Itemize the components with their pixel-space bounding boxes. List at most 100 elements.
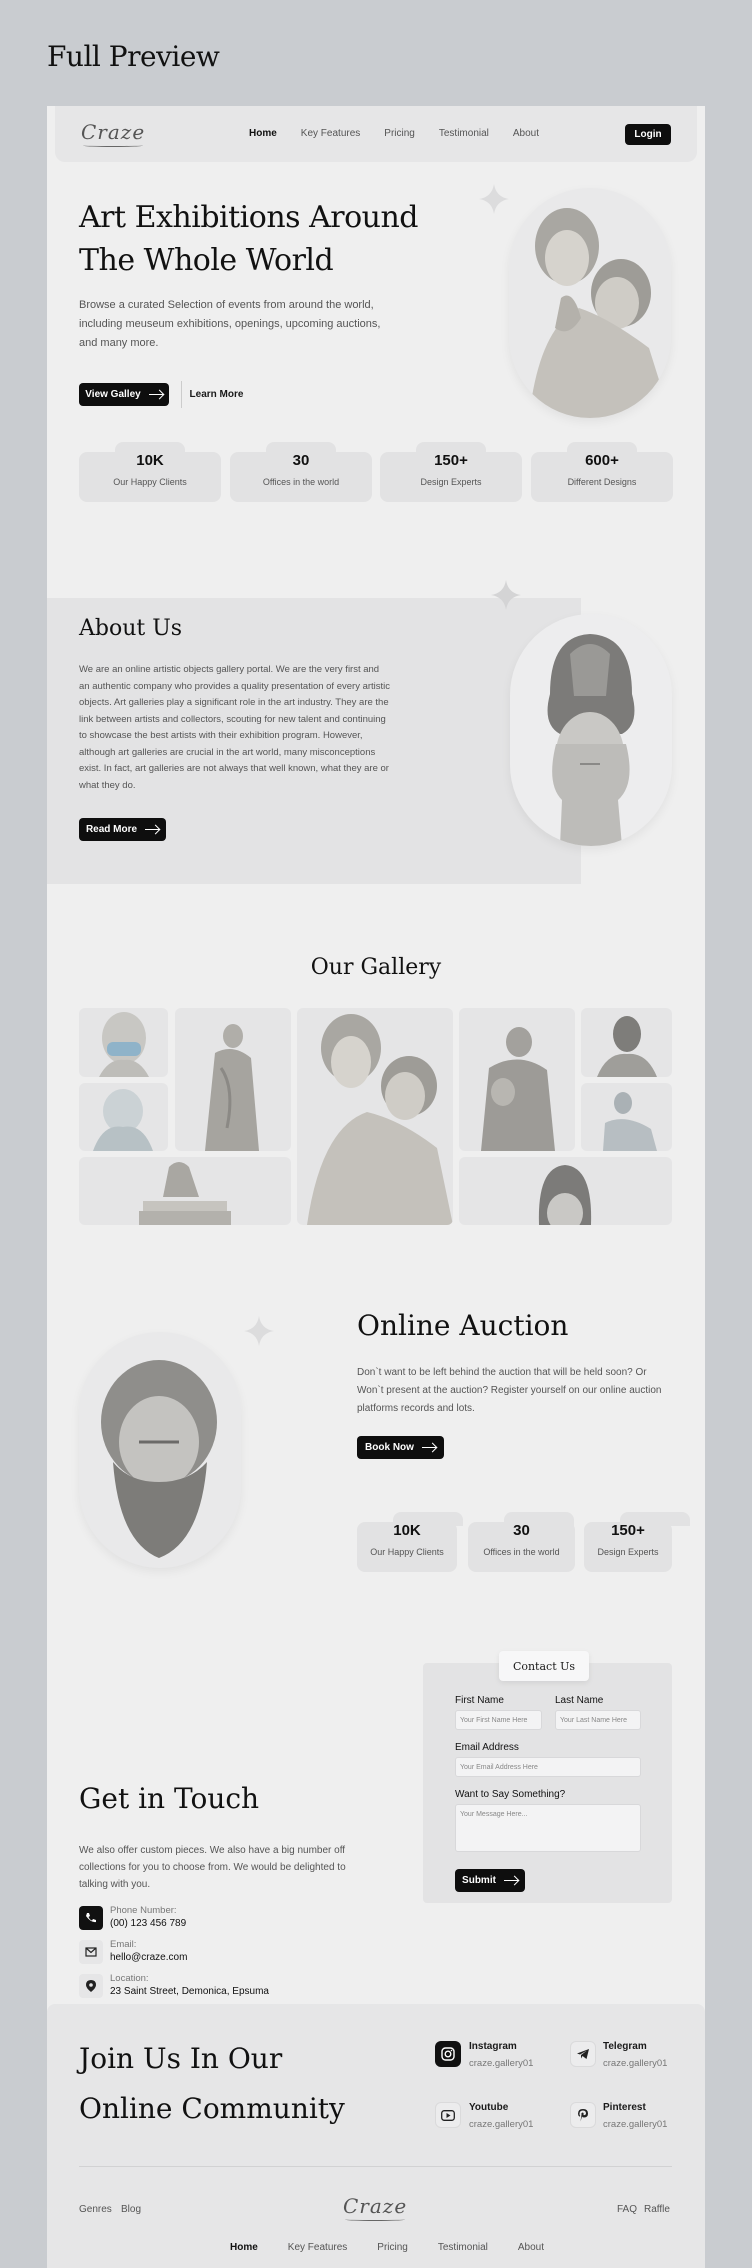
nav-link-testimonial[interactable]: Testimonial	[439, 128, 489, 139]
contact-description: We also offer custom pieces. We also hav…	[79, 1845, 346, 1890]
footer-nav-links: Home Key Features Pricing Testimonial Ab…	[230, 2242, 544, 2253]
instagram-icon[interactable]	[435, 2041, 461, 2067]
sculpture-icon	[139, 1162, 231, 1225]
message-field[interactable]: Your Message Here...	[455, 1804, 641, 1852]
nav-link-key-features[interactable]: Key Features	[301, 128, 360, 139]
stat-card: 30 Offices in the world	[468, 1512, 575, 1572]
nav-link-about[interactable]: About	[513, 128, 539, 139]
read-more-label: Read More	[85, 824, 138, 835]
login-button[interactable]: Login	[625, 124, 671, 145]
stat-label: Our Happy Clients	[113, 477, 187, 487]
email-address-label: Email Address	[455, 1742, 519, 1753]
book-now-label: Book Now	[365, 1442, 414, 1453]
stat-label: Offices in the world	[262, 477, 340, 487]
telegram-name[interactable]: Telegram	[603, 2041, 647, 2052]
masked-bust-icon	[99, 1012, 149, 1077]
stat-card: 10K Our Happy Clients	[79, 442, 221, 502]
telegram-handle[interactable]: craze.gallery01	[603, 2058, 667, 2069]
stat-card: 600+ Different Designs	[531, 442, 673, 502]
auction-title: Online Auction	[357, 1309, 569, 1342]
submit-button[interactable]: Submit	[455, 1869, 525, 1892]
pinterest-icon[interactable]	[570, 2102, 596, 2128]
youtube-icon[interactable]	[435, 2102, 461, 2128]
community-title: Join Us In Our Online Community	[79, 2034, 345, 2134]
instagram-name[interactable]: Instagram	[469, 2041, 517, 2052]
nav-links: Home Key Features Pricing Testimonial Ab…	[249, 128, 539, 139]
arrow-right-icon	[421, 1446, 436, 1449]
footer-logo[interactable]: Craze	[343, 2194, 407, 2221]
phone-value[interactable]: (00) 123 456 789	[110, 1918, 186, 1929]
gallery-tile-bust-wig[interactable]	[79, 1083, 168, 1151]
footer-link-genres[interactable]: Genres	[79, 2204, 112, 2215]
athena-bust-icon	[547, 634, 635, 846]
community-title-line2: Online Community	[79, 2092, 345, 2125]
youtube-name[interactable]: Youtube	[469, 2102, 508, 2113]
gallery-tile-kissing-statue[interactable]	[297, 1008, 453, 1225]
email-address-field[interactable]: Your Email Address Here	[455, 1757, 641, 1777]
message-label: Want to Say Something?	[455, 1789, 566, 1800]
stat-card: 150+ Design Experts	[584, 1512, 690, 1572]
sparkle-icon	[479, 184, 509, 214]
last-name-field[interactable]: Your Last Name Here	[555, 1710, 641, 1730]
draped-figure-icon	[205, 1024, 259, 1151]
footer-nav-key-features[interactable]: Key Features	[288, 2242, 347, 2253]
learn-more-button[interactable]: Learn More	[181, 381, 251, 408]
nav-link-pricing[interactable]: Pricing	[384, 128, 415, 139]
athena-bust-icon	[538, 1165, 592, 1225]
gallery-tile-sculpture-group[interactable]	[79, 1157, 291, 1225]
footer-link-blog[interactable]: Blog	[121, 2204, 141, 2215]
gallery-tile-woman-bust[interactable]	[581, 1008, 672, 1077]
view-gallery-label: View Galley	[85, 389, 141, 400]
first-name-label: First Name	[455, 1695, 504, 1706]
email-value[interactable]: hello@craze.com	[110, 1952, 187, 1963]
view-gallery-button[interactable]: View Galley	[79, 383, 169, 406]
arrow-right-icon	[145, 828, 160, 831]
footer-link-raffle[interactable]: Raffle	[644, 2204, 670, 2215]
bust-icon	[597, 1016, 657, 1077]
stat-card: 10K Our Happy Clients	[357, 1512, 463, 1572]
book-now-button[interactable]: Book Now	[357, 1436, 444, 1459]
mail-icon	[79, 1940, 103, 1964]
youtube-handle[interactable]: craze.gallery01	[469, 2119, 533, 2130]
footer-nav-testimonial[interactable]: Testimonial	[438, 2242, 488, 2253]
hero-title-line2: The Whole World	[79, 243, 334, 278]
stat-value: 30	[292, 452, 310, 469]
footer-nav-about[interactable]: About	[518, 2242, 544, 2253]
nav-link-home[interactable]: Home	[249, 128, 277, 139]
instagram-handle[interactable]: craze.gallery01	[469, 2058, 533, 2069]
contact-title: Get in Touch	[79, 1782, 260, 1815]
pinterest-name[interactable]: Pinterest	[603, 2102, 646, 2113]
gallery-tile-mother-child[interactable]	[459, 1008, 575, 1151]
pinterest-handle[interactable]: craze.gallery01	[603, 2119, 667, 2130]
stat-label: Design Experts	[420, 477, 482, 487]
footer-link-faq[interactable]: FAQ	[617, 2204, 637, 2215]
hero-title-line1: Art Exhibitions Around	[79, 200, 419, 235]
first-name-field[interactable]: Your First Name Here	[455, 1710, 542, 1730]
telegram-icon[interactable]	[570, 2041, 596, 2067]
sparkle-icon	[491, 580, 521, 610]
logo[interactable]: Craze	[81, 120, 145, 147]
stat-value: 30	[513, 1522, 530, 1539]
gallery-tile-masked-bust[interactable]	[79, 1008, 168, 1077]
community-title-line1: Join Us In Our	[79, 2042, 283, 2075]
gallery-tile-athena-bust[interactable]	[459, 1157, 672, 1225]
stat-label: Design Experts	[597, 1547, 659, 1557]
arrow-right-icon	[148, 393, 163, 396]
sparkle-icon	[244, 1316, 274, 1346]
landing-page-frame: Craze Home Key Features Pricing Testimon…	[47, 106, 705, 2268]
hero-description: Browse a curated Selection of events fro…	[79, 299, 381, 349]
zeus-bust-icon	[101, 1360, 217, 1558]
phone-label: Phone Number:	[110, 1905, 177, 1916]
email-label: Email:	[110, 1939, 137, 1950]
stat-label: Different Designs	[567, 477, 637, 487]
about-description: We are an online artistic objects galler…	[79, 664, 391, 791]
footer-nav-pricing[interactable]: Pricing	[377, 2242, 408, 2253]
footer-nav-home[interactable]: Home	[230, 2242, 258, 2253]
hero-statue-image	[509, 188, 671, 418]
gallery-tile-draped-figure[interactable]	[175, 1008, 291, 1151]
phone-icon	[79, 1906, 103, 1930]
stat-value: 150+	[434, 452, 468, 469]
read-more-button[interactable]: Read More	[79, 818, 166, 841]
gallery-tile-reclining-figure[interactable]	[581, 1083, 672, 1151]
stat-value: 600+	[585, 452, 619, 469]
